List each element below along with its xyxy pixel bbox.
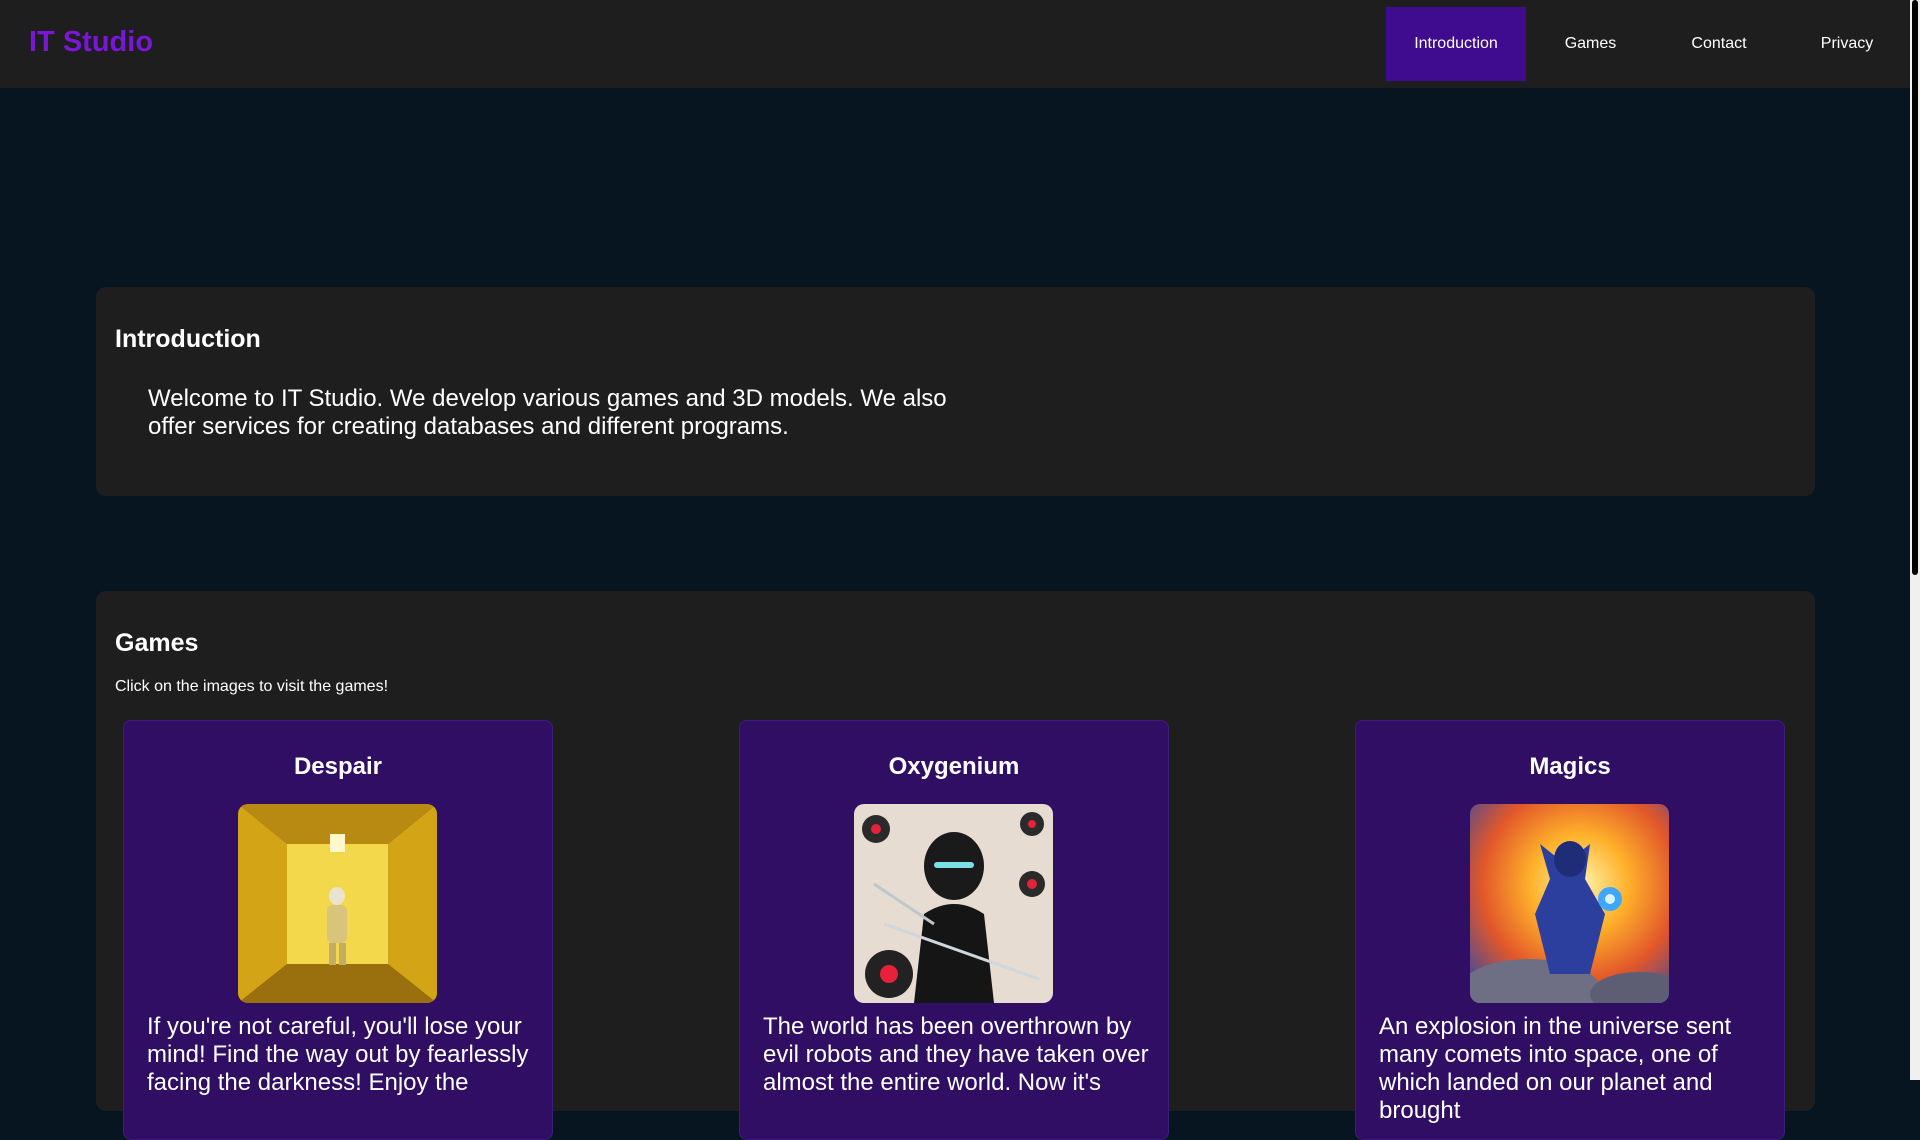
game-card-title: Magics bbox=[1529, 753, 1611, 780]
scrollbar-thumb[interactable] bbox=[1912, 0, 1918, 575]
nav-contact[interactable]: Contact bbox=[1655, 7, 1783, 81]
yellow-corridor-figure-image[interactable] bbox=[238, 804, 437, 1003]
game-card-magics: Magics An explosion in the universe sent… bbox=[1355, 720, 1785, 1140]
games-section: Games Click on the images to visit the g… bbox=[96, 591, 1815, 1140]
top-navbar: IT Studio Introduction Games Contact Pri… bbox=[0, 0, 1910, 88]
main-nav: Introduction Games Contact Privacy bbox=[1386, 7, 1911, 81]
introduction-heading: Introduction bbox=[115, 325, 261, 353]
game-card-oxygenium: Oxygenium The world has been overthrown … bbox=[739, 720, 1169, 1140]
brand-logo[interactable]: IT Studio bbox=[29, 26, 153, 59]
game-card-description: The world has been overthrown by evil ro… bbox=[763, 1013, 1149, 1096]
nav-games[interactable]: Games bbox=[1526, 7, 1655, 81]
nav-introduction[interactable]: Introduction bbox=[1386, 7, 1526, 81]
introduction-section: Introduction Welcome to IT Studio. We de… bbox=[96, 287, 1815, 496]
page-scrollbar[interactable] bbox=[1910, 0, 1920, 1080]
games-hint: Click on the images to visit the games! bbox=[115, 678, 389, 695]
game-card-description: If you're not careful, you'll lose your … bbox=[147, 1013, 529, 1096]
game-card-title: Despair bbox=[293, 753, 383, 780]
introduction-text: Welcome to IT Studio. We develop various… bbox=[148, 385, 947, 440]
game-card-description: An explosion in the universe sent many c… bbox=[1379, 1013, 1732, 1124]
armored-mage-explosion-image[interactable] bbox=[1470, 804, 1669, 1003]
game-card-title: Oxygenium bbox=[888, 753, 1020, 780]
game-card-despair: Despair If you're not careful, you'll lo… bbox=[123, 720, 553, 1140]
nav-privacy[interactable]: Privacy bbox=[1783, 7, 1911, 81]
games-heading: Games bbox=[115, 629, 199, 657]
black-ninja-robot-image[interactable] bbox=[854, 804, 1053, 1003]
